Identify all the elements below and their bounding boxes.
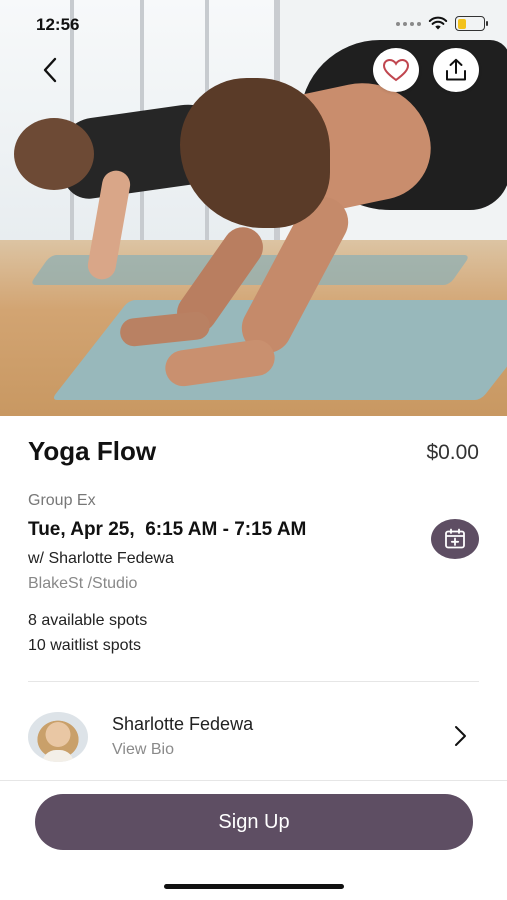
available-spots: 8 available spots <box>28 612 148 629</box>
share-icon <box>446 58 466 81</box>
footer-divider <box>0 780 507 781</box>
back-button[interactable] <box>30 50 70 90</box>
class-category: Group Ex <box>28 492 96 509</box>
class-datetime: Tue, Apr 25, 6:15 AM - 7:15 AM <box>28 519 307 540</box>
battery-icon <box>455 16 488 31</box>
chevron-left-icon <box>43 57 57 83</box>
class-hero-image <box>0 0 507 416</box>
person-back-head <box>14 118 94 190</box>
home-indicator <box>164 884 344 889</box>
view-bio-link[interactable]: View Bio <box>112 741 174 759</box>
class-title: Yoga Flow <box>28 436 157 466</box>
share-button[interactable] <box>433 48 479 92</box>
chevron-right-icon <box>455 726 466 746</box>
section-divider <box>28 681 479 682</box>
instructor-name: Sharlotte Fedewa <box>112 714 254 734</box>
favorite-button[interactable] <box>373 48 419 92</box>
calendar-add-icon <box>445 528 465 549</box>
class-instructor-line: w/ Sharlotte Fedewa <box>28 550 174 567</box>
class-location: BlakeSt /Studio <box>28 575 138 592</box>
cellular-signal-icon <box>396 21 421 26</box>
heart-icon <box>382 58 410 82</box>
status-icons <box>396 16 488 31</box>
status-time: 12:56 <box>36 15 80 34</box>
instructor-avatar <box>28 712 88 762</box>
sign-up-button[interactable]: Sign Up <box>35 794 473 850</box>
waitlist-spots: 10 waitlist spots <box>28 637 141 654</box>
add-to-calendar-button[interactable] <box>431 519 479 559</box>
instructor-row[interactable]: Sharlotte Fedewa View Bio <box>0 690 507 778</box>
class-price: $0.00 <box>426 441 479 464</box>
wifi-icon <box>428 16 448 30</box>
status-bar: 12:56 <box>0 0 507 44</box>
